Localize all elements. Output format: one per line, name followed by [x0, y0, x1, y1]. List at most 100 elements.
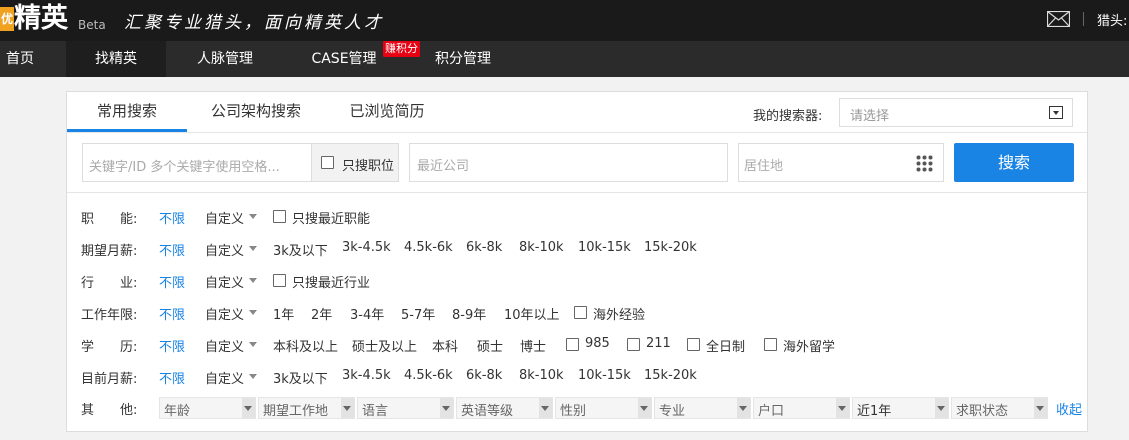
nav-network[interactable]: 人脉管理: [188, 41, 262, 77]
nav-home[interactable]: 首页: [0, 41, 40, 77]
filter-option[interactable]: 6k-8k: [466, 368, 502, 383]
filter-row-expected-salary: 期望月薪: 不限 自定义 3k及以下 3k-4.5k 4.5k-6k 6k-8k…: [67, 238, 1087, 259]
title-only-checkbox[interactable]: [321, 156, 334, 169]
filter-row-education: 学 历: 不限 自定义 本科及以上 硕士及以上 本科 硕士 博士 985 211…: [67, 334, 1087, 355]
filter-option[interactable]: 10k-15k: [578, 368, 631, 383]
filter-option[interactable]: 本科: [432, 336, 458, 355]
major-select[interactable]: 专业: [654, 397, 751, 419]
select-label: 期望工作地: [263, 404, 329, 419]
checkbox[interactable]: [273, 210, 286, 223]
nav-find-talent[interactable]: 找精英: [66, 41, 166, 77]
chevron-down-icon: [935, 398, 948, 418]
filter-unlimited[interactable]: 不限: [159, 304, 185, 323]
grid-icon[interactable]: [916, 155, 933, 172]
filter-row-current-salary: 目前月薪: 不限 自定义 3k及以下 3k-4.5k 4.5k-6k 6k-8k…: [67, 366, 1087, 387]
job-status-select[interactable]: 求职状态: [951, 397, 1048, 419]
select-label: 户口: [758, 404, 785, 419]
filter-unlimited[interactable]: 不限: [159, 240, 185, 259]
location-input[interactable]: 居住地: [738, 143, 944, 182]
main-nav: 首页 找精英 人脉管理 CASE管理 赚积分 积分管理: [0, 41, 1129, 77]
filter-option[interactable]: 博士: [520, 336, 546, 355]
filter-option[interactable]: 8-9年: [452, 304, 486, 323]
filter-unlimited[interactable]: 不限: [159, 272, 185, 291]
nav-case[interactable]: CASE管理: [306, 41, 382, 77]
filter-label: 学 历:: [81, 340, 138, 355]
company-input[interactable]: 最近公司: [409, 143, 728, 182]
user-label[interactable]: 猎头:: [1097, 10, 1127, 29]
filter-option[interactable]: 本科及以上: [273, 336, 338, 355]
filter-option[interactable]: 3k-4.5k: [342, 240, 391, 255]
filter-custom-dropdown[interactable]: 自定义: [205, 368, 258, 387]
company-placeholder: 最近公司: [417, 159, 470, 174]
age-select[interactable]: 年龄: [159, 397, 256, 419]
checkbox[interactable]: [566, 338, 579, 351]
filter-option[interactable]: 15k-20k: [644, 240, 697, 255]
keyword-input[interactable]: 关键字/ID 多个关键字使用空格... 只搜职位: [82, 143, 399, 182]
filter-option[interactable]: 10k-15k: [578, 240, 631, 255]
hukou-select[interactable]: 户口: [753, 397, 850, 419]
tab-common-search[interactable]: 常用搜索: [67, 92, 187, 132]
language-select[interactable]: 语言: [357, 397, 454, 419]
nav-points[interactable]: 积分管理: [428, 41, 498, 77]
search-button[interactable]: 搜索: [954, 143, 1074, 182]
filter-option[interactable]: 3k及以下: [273, 368, 328, 387]
checkbox-label: 只搜最近职能: [292, 212, 371, 227]
filter-option[interactable]: 10年以上: [504, 304, 560, 323]
filter-option[interactable]: 3-4年: [350, 304, 384, 323]
section-divider: [67, 192, 1087, 193]
title-only-toggle[interactable]: 只搜职位: [311, 144, 398, 181]
searcher-select[interactable]: 请选择: [839, 98, 1073, 127]
filter-option[interactable]: 15k-20k: [644, 368, 697, 383]
searcher-placeholder: 请选择: [850, 109, 890, 124]
filter-option[interactable]: 2年: [311, 304, 332, 323]
chevron-down-icon: [836, 398, 849, 418]
select-label: 求职状态: [956, 404, 1009, 419]
checkbox[interactable]: [574, 306, 587, 319]
filter-label: 其 他:: [81, 403, 138, 418]
checkbox[interactable]: [627, 338, 640, 351]
filter-option[interactable]: 8k-10k: [519, 368, 564, 383]
filter-option[interactable]: 5-7年: [401, 304, 435, 323]
filter-option[interactable]: 8k-10k: [519, 240, 564, 255]
filter-custom-dropdown[interactable]: 自定义: [205, 208, 258, 227]
filter-custom-dropdown[interactable]: 自定义: [205, 336, 258, 355]
logo[interactable]: 精英: [14, 1, 68, 37]
chevron-down-icon: [341, 398, 354, 418]
tab-company-structure[interactable]: 公司架构搜索: [201, 92, 311, 132]
select-label: 专业: [659, 404, 686, 419]
filter-option[interactable]: 3k及以下: [273, 240, 328, 259]
filter-option[interactable]: 硕士及以上: [352, 336, 417, 355]
collapse-link[interactable]: 收起: [1056, 399, 1082, 418]
time-range-select[interactable]: 近1年: [852, 397, 949, 419]
filter-option[interactable]: 4.5k-6k: [404, 368, 453, 383]
filter-custom-dropdown[interactable]: 自定义: [205, 304, 258, 323]
chevron-down-icon: [440, 398, 453, 418]
checkbox[interactable]: [764, 338, 777, 351]
filter-unlimited[interactable]: 不限: [159, 368, 185, 387]
english-level-select[interactable]: 英语等级: [456, 397, 553, 419]
gender-select[interactable]: 性别: [555, 397, 652, 419]
tab-viewed-resumes[interactable]: 已浏览简历: [339, 92, 435, 132]
filter-custom-dropdown[interactable]: 自定义: [205, 240, 258, 259]
checkbox[interactable]: [273, 274, 286, 287]
filter-label: 行 业:: [81, 276, 138, 291]
filter-unlimited[interactable]: 不限: [159, 208, 185, 227]
chevron-down-icon: [1049, 106, 1063, 119]
filter-option[interactable]: 1年: [273, 304, 294, 323]
filter-option[interactable]: 4.5k-6k: [404, 240, 453, 255]
filter-option[interactable]: 6k-8k: [466, 240, 502, 255]
filter-row-industry: 行 业: 不限 自定义 只搜最近行业: [67, 270, 1087, 291]
mail-icon[interactable]: [1047, 11, 1070, 27]
filter-custom-dropdown[interactable]: 自定义: [205, 272, 258, 291]
checkbox-label: 海外留学: [783, 340, 836, 355]
location-placeholder: 居住地: [744, 159, 784, 174]
divider: [1083, 12, 1084, 26]
expected-location-select[interactable]: 期望工作地: [258, 397, 355, 419]
select-label: 年龄: [164, 404, 191, 419]
filter-option[interactable]: 硕士: [477, 336, 503, 355]
checkbox[interactable]: [687, 338, 700, 351]
select-label: 近1年: [857, 404, 892, 419]
logo-badge: 优: [0, 7, 14, 31]
filter-option[interactable]: 3k-4.5k: [342, 368, 391, 383]
filter-unlimited[interactable]: 不限: [159, 336, 185, 355]
